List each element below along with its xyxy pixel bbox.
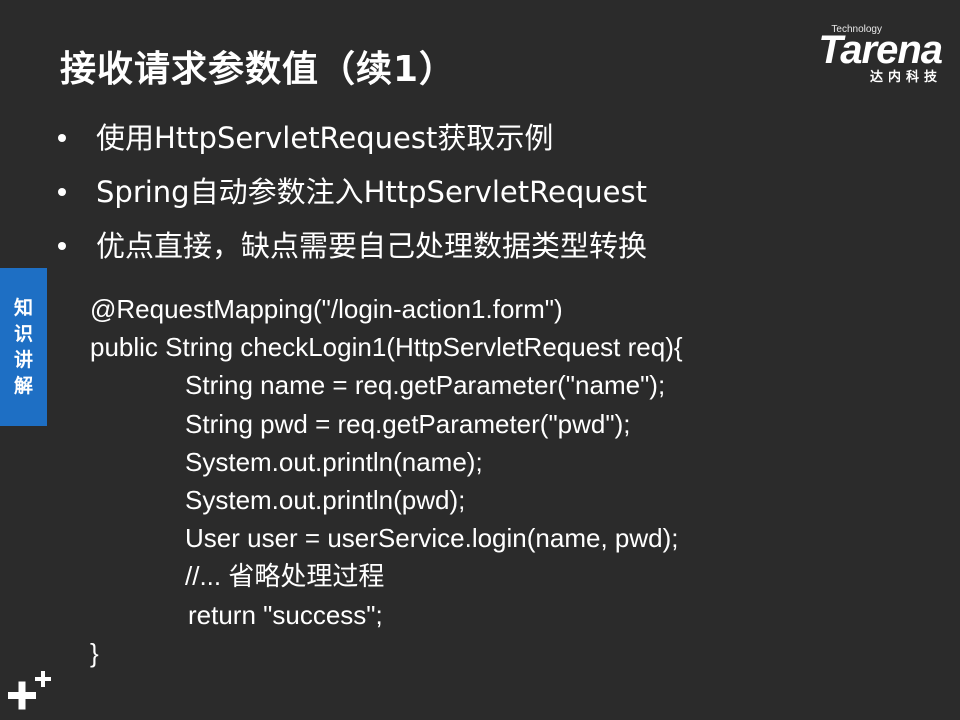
bullet-list: 使用HttpServletRequest获取示例 Spring自动参数注入Htt… bbox=[58, 118, 647, 280]
bullet-dot-icon bbox=[58, 134, 66, 142]
code-line: //... 省略处理过程 bbox=[185, 561, 385, 592]
code-line: } bbox=[90, 637, 99, 668]
bullet-text: Spring自动参数注入HttpServletRequest bbox=[96, 175, 647, 209]
bullet-item: Spring自动参数注入HttpServletRequest bbox=[58, 172, 647, 226]
logo-chinese-text: 达内科技 bbox=[869, 70, 942, 85]
code-line: @RequestMapping("/login-action1.form") bbox=[90, 294, 563, 324]
knowledge-explanation-tab: 知 识 讲 解 bbox=[0, 268, 47, 426]
code-line: User user = userService.login(name, pwd)… bbox=[185, 523, 679, 554]
bullet-text: 使用HttpServletRequest获取示例 bbox=[96, 121, 554, 155]
side-tab-char: 讲 bbox=[13, 349, 33, 371]
code-line: return "success"; bbox=[188, 599, 383, 630]
bullet-item: 优点直接，缺点需要自己处理数据类型转换 bbox=[58, 226, 647, 280]
bullet-dot-icon bbox=[58, 188, 66, 196]
code-block: @RequestMapping("/login-action1.form") p… bbox=[90, 290, 683, 672]
tarena-logo: Technology Tarena 达内科技 bbox=[777, 24, 943, 85]
slide-title: 接收请求参数值（续1） bbox=[60, 49, 457, 90]
bullet-item: 使用HttpServletRequest获取示例 bbox=[58, 118, 647, 172]
plus-decoration-icon bbox=[8, 671, 51, 710]
side-tab-char: 识 bbox=[13, 323, 33, 345]
code-line: System.out.println(name); bbox=[185, 446, 483, 477]
code-line: String name = req.getParameter("name"); bbox=[185, 370, 666, 401]
side-tab-char: 解 bbox=[13, 375, 33, 397]
bullet-text: 优点直接，缺点需要自己处理数据类型转换 bbox=[96, 229, 648, 263]
side-tab-char: 知 bbox=[13, 297, 33, 319]
code-line: String pwd = req.getParameter("pwd"); bbox=[185, 408, 631, 439]
code-line: public String checkLogin1(HttpServletReq… bbox=[90, 332, 683, 363]
code-line: System.out.println(pwd); bbox=[185, 484, 466, 515]
bullet-dot-icon bbox=[58, 242, 66, 250]
